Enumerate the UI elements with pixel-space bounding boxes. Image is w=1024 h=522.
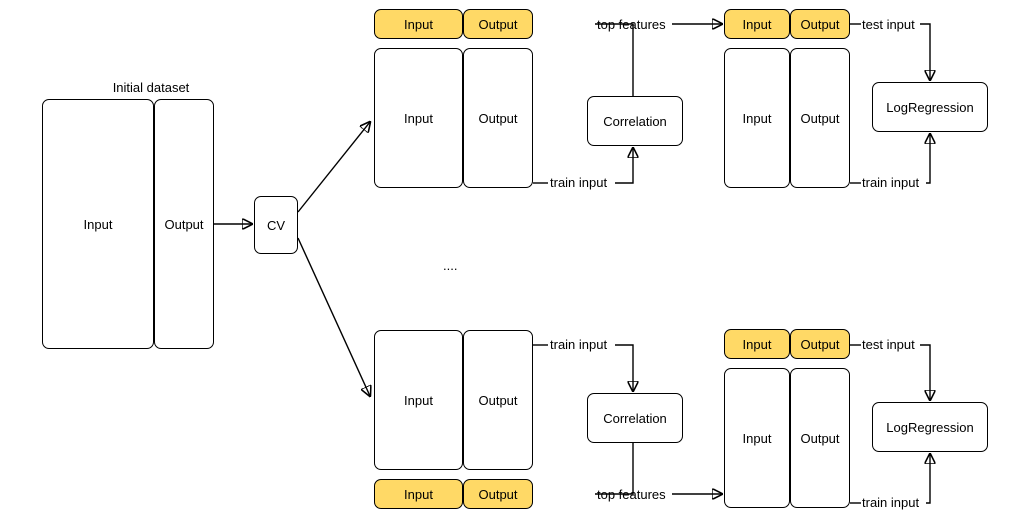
initial-input-label: Input — [84, 217, 113, 232]
fold-bottom-body-input: Input — [374, 330, 463, 470]
edge-label-train-input-top: train input — [550, 175, 607, 190]
diagram-title: Initial dataset — [86, 80, 216, 95]
fold-top-header-input: Input — [374, 9, 463, 39]
sel-top-header-input-label: Input — [743, 17, 772, 32]
fold-top-header-input-label: Input — [404, 17, 433, 32]
sel-bottom-body-output: Output — [790, 368, 850, 508]
edge-label-top-features-bot: top features — [597, 487, 666, 502]
correlation-bottom-box: Correlation — [587, 393, 683, 443]
fold-bottom-body-output-label: Output — [478, 393, 517, 408]
fold-top-body-output-label: Output — [478, 111, 517, 126]
sel-bottom-body-output-label: Output — [800, 431, 839, 446]
edge-label-train-input-top2: train input — [862, 175, 919, 190]
fold-top-body-output: Output — [463, 48, 533, 188]
initial-output-box: Output — [154, 99, 214, 349]
sel-bottom-header-output: Output — [790, 329, 850, 359]
correlation-top-label: Correlation — [603, 114, 667, 129]
ellipsis-label: .... — [443, 258, 457, 273]
initial-output-label: Output — [164, 217, 203, 232]
sel-bottom-header-input: Input — [724, 329, 790, 359]
edge-label-test-input-top: test input — [862, 17, 915, 32]
edge-label-train-input-bot: train input — [550, 337, 607, 352]
correlation-bottom-label: Correlation — [603, 411, 667, 426]
sel-top-header-output-label: Output — [800, 17, 839, 32]
sel-top-header-input: Input — [724, 9, 790, 39]
fold-top-body-input-label: Input — [404, 111, 433, 126]
edge-label-train-input-bot2: train input — [862, 495, 919, 510]
cv-label: CV — [267, 218, 285, 233]
sel-bottom-body-input: Input — [724, 368, 790, 508]
edge-label-top-features-top: top features — [597, 17, 666, 32]
logregression-top-label: LogRegression — [886, 100, 973, 115]
logregression-bottom-box: LogRegression — [872, 402, 988, 452]
sel-bottom-header-input-label: Input — [743, 337, 772, 352]
fold-bottom-header-output: Output — [463, 479, 533, 509]
initial-input-box: Input — [42, 99, 154, 349]
sel-bottom-header-output-label: Output — [800, 337, 839, 352]
logregression-bottom-label: LogRegression — [886, 420, 973, 435]
fold-bottom-header-output-label: Output — [478, 487, 517, 502]
logregression-top-box: LogRegression — [872, 82, 988, 132]
sel-top-body-input-label: Input — [743, 111, 772, 126]
fold-bottom-body-output: Output — [463, 330, 533, 470]
cv-box: CV — [254, 196, 298, 254]
sel-top-body-output-label: Output — [800, 111, 839, 126]
sel-bottom-body-input-label: Input — [743, 431, 772, 446]
edge-label-test-input-bot: test input — [862, 337, 915, 352]
correlation-top-box: Correlation — [587, 96, 683, 146]
sel-top-body-input: Input — [724, 48, 790, 188]
fold-bottom-header-input: Input — [374, 479, 463, 509]
fold-top-header-output-label: Output — [478, 17, 517, 32]
fold-top-header-output: Output — [463, 9, 533, 39]
sel-top-header-output: Output — [790, 9, 850, 39]
fold-top-body-input: Input — [374, 48, 463, 188]
fold-bottom-header-input-label: Input — [404, 487, 433, 502]
sel-top-body-output: Output — [790, 48, 850, 188]
fold-bottom-body-input-label: Input — [404, 393, 433, 408]
